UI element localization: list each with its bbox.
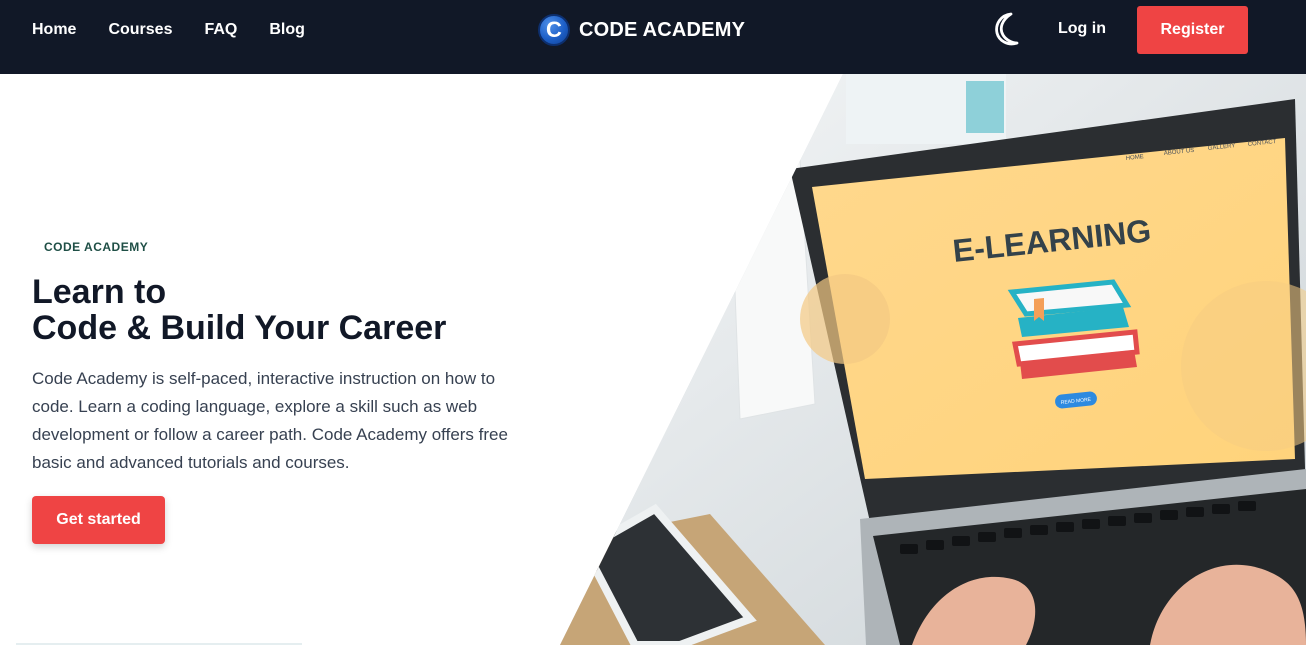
hero-description: Code Academy is self-paced, interactive … (32, 369, 508, 472)
elearning-laptop-illustration: HOME ABOUT US GALLERY CONTACT E-LEARNING… (560, 74, 1306, 645)
brand-name: CODE ACADEMY (579, 18, 746, 41)
nav-faq-link[interactable]: FAQ (204, 21, 237, 39)
top-navigation: Home Courses FAQ Blog C CODE ACADEMY Log… (0, 0, 1306, 74)
get-started-button[interactable]: Get started (32, 496, 165, 544)
theme-toggle-button[interactable] (986, 8, 1026, 48)
background-chart (966, 81, 1004, 133)
login-link[interactable]: Log in (1058, 20, 1106, 38)
hero-eyebrow: CODE ACADEMY (44, 240, 149, 254)
nav-courses-link[interactable]: Courses (108, 21, 172, 39)
moon-icon (995, 12, 1019, 46)
code-academy-logo-icon: C (538, 14, 570, 46)
screen-decoration-left (800, 274, 890, 364)
hero-title-line-1: Learn to (32, 273, 167, 311)
hero-laptop-image: HOME ABOUT US GALLERY CONTACT E-LEARNING… (560, 74, 1306, 645)
brand-home-link[interactable]: C CODE ACADEMY (538, 14, 745, 46)
nav-blog-link[interactable]: Blog (269, 21, 305, 39)
hero-title-line-2: Code & Build Your Career (32, 309, 447, 347)
register-button[interactable]: Register (1137, 6, 1248, 54)
hero-title: Learn to Code & Build Your Career (32, 274, 532, 346)
nav-home-link[interactable]: Home (32, 21, 76, 39)
primary-nav: Home Courses FAQ Blog (32, 0, 337, 60)
